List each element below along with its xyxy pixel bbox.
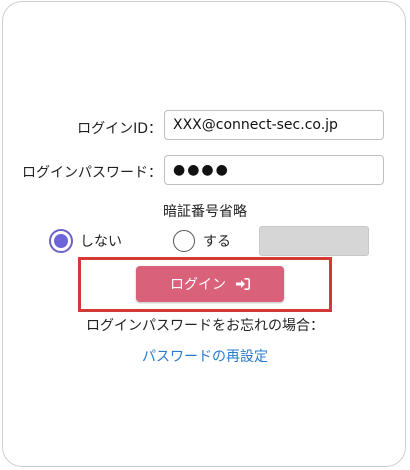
login-button[interactable]: ログイン — [136, 266, 284, 302]
pin-skip-yes-option[interactable]: する — [173, 230, 231, 252]
password-label: ログインパスワード： — [22, 165, 162, 181]
pin-skip-no-option[interactable]: しない — [50, 230, 122, 252]
pin-skip-title: 暗証番号省略 — [163, 204, 247, 220]
radio-checked-icon[interactable] — [50, 230, 72, 252]
radio-unchecked-icon[interactable] — [173, 230, 195, 252]
login-id-field[interactable]: XXX@connect-sec.co.jp — [164, 110, 384, 140]
login-id-label: ログインID： — [77, 121, 162, 137]
password-field[interactable]: ●●●● — [164, 155, 384, 185]
sign-in-icon — [236, 278, 250, 290]
login-button-label: ログイン — [170, 277, 226, 293]
radio-dot-icon — [54, 234, 68, 248]
forgot-password-text: ログインパスワードをお忘れの場合： — [86, 318, 324, 334]
pin-skip-no-label: しない — [80, 234, 122, 250]
pin-skip-yes-label: する — [203, 234, 231, 250]
pin-input-disabled — [259, 226, 369, 256]
password-reset-link[interactable]: パスワードの再設定 — [0, 346, 410, 366]
